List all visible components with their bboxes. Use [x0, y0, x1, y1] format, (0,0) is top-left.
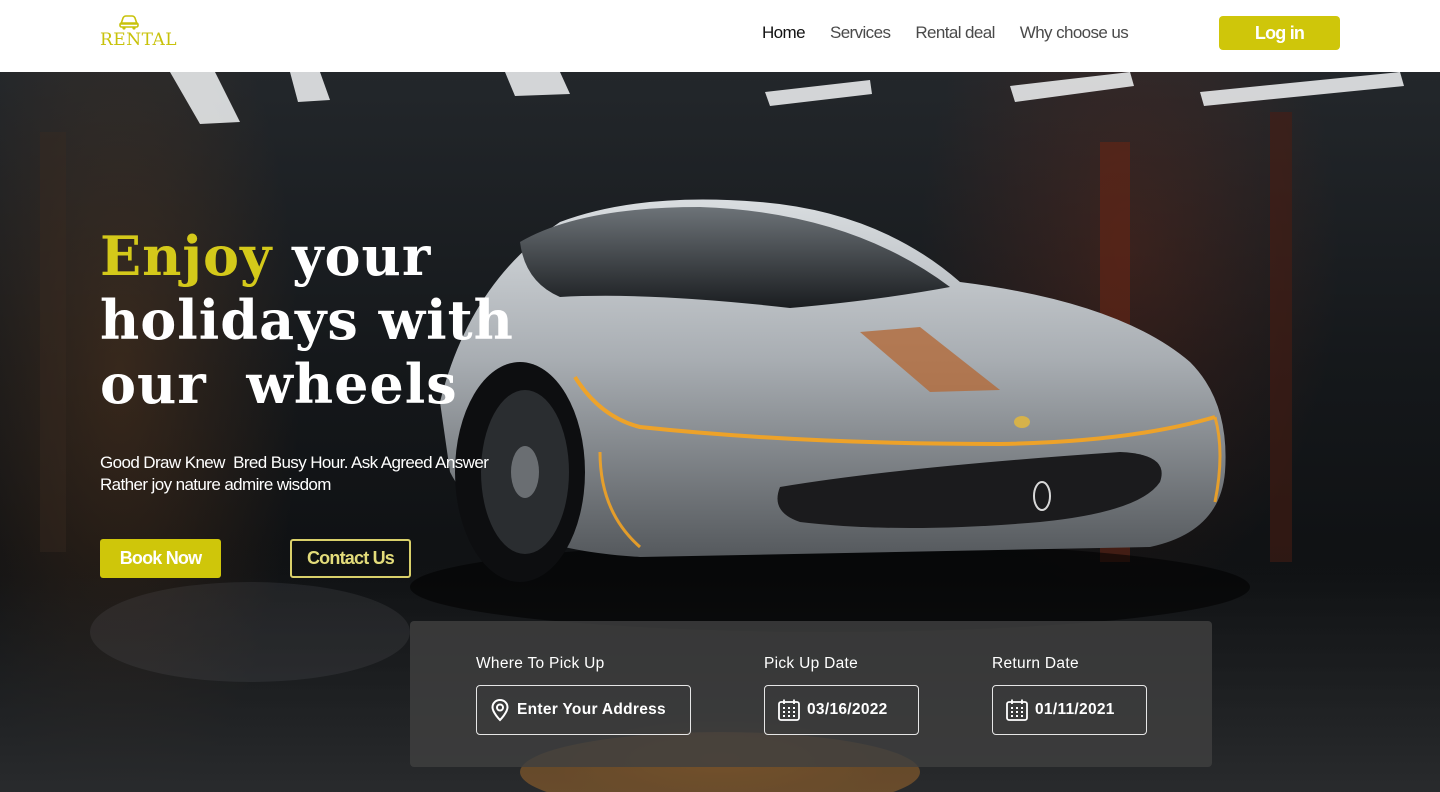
subtext-line2: Rather joy nature admire wisdom	[100, 475, 331, 494]
subtext-line1: Good Draw Knew Bred Busy Hour. Ask Agree…	[100, 453, 489, 472]
pickup-location-input[interactable]: Enter Your Address	[476, 685, 691, 735]
return-date-label: Return Date	[992, 655, 1079, 672]
headline-line2: holidays with	[100, 288, 514, 352]
nav-item-home[interactable]: Home	[762, 22, 806, 44]
headline-line3: our wheels	[100, 352, 458, 416]
headline-line1: your	[272, 224, 432, 288]
calendar-icon	[1006, 699, 1028, 721]
pickup-location-value: Enter Your Address	[517, 701, 666, 718]
nav-item-services[interactable]: Services	[830, 22, 891, 44]
calendar-icon	[778, 699, 800, 721]
car-icon	[119, 15, 139, 30]
return-date-value: 01/11/2021	[1035, 701, 1115, 718]
main-nav: Home Services Rental deal Why choose us	[762, 22, 1153, 44]
logo-text: RENTAL	[100, 30, 178, 50]
pickup-date-label: Pick Up Date	[764, 655, 859, 672]
headline-accent: Enjoy	[100, 224, 273, 288]
login-button[interactable]: Log in	[1219, 16, 1340, 50]
book-now-button[interactable]: Book Now	[100, 539, 221, 578]
hero-section: Enjoy your holidays with our wheels Good…	[0, 72, 1440, 792]
brand-logo[interactable]: RENTAL	[100, 14, 180, 50]
pickup-date-input[interactable]: 03/16/2022	[764, 685, 919, 735]
hero-headline: Enjoy your holidays with our wheels	[100, 224, 620, 416]
location-pin-icon	[491, 698, 509, 722]
navbar: RENTAL Home Services Rental deal Why cho…	[0, 0, 1440, 72]
nav-item-rental-deal[interactable]: Rental deal	[915, 22, 995, 44]
contact-us-button[interactable]: Contact Us	[290, 539, 411, 578]
nav-item-why-choose-us[interactable]: Why choose us	[1020, 22, 1129, 44]
pickup-location-label: Where To Pick Up	[476, 655, 605, 672]
booking-panel: Where To Pick Up Enter Your Address Pick…	[410, 621, 1212, 767]
return-date-input[interactable]: 01/11/2021	[992, 685, 1147, 735]
hero-subtext: Good Draw Knew Bred Busy Hour. Ask Agree…	[100, 452, 560, 496]
pickup-date-value: 03/16/2022	[807, 701, 888, 718]
